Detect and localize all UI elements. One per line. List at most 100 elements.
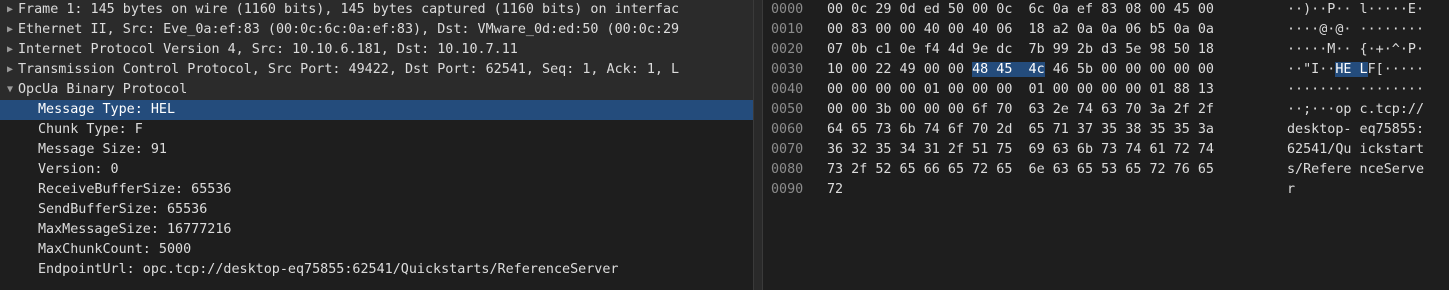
hex-ascii-part: r xyxy=(1287,182,1296,197)
tree-field[interactable]: MaxChunkCount: 5000 xyxy=(0,240,753,260)
hex-ascii-part: s/Refere nceServe xyxy=(1287,162,1425,177)
hex-bytes-part: 10 00 22 49 00 00 xyxy=(827,62,973,77)
hex-offset: 0050 xyxy=(771,102,804,117)
tree-field[interactable]: Message Size: 91 xyxy=(0,140,753,160)
hex-line[interactable]: 0000 00 0c 29 0d ed 50 00 0c 6c 0a ef 83 … xyxy=(763,0,1449,20)
collapsed-arrow-icon[interactable]: ▶ xyxy=(4,60,16,80)
hex-offset: 0010 xyxy=(771,22,804,37)
hex-offset: 0000 xyxy=(771,2,804,17)
hex-ascii-part: ··;···op c.tcp:// xyxy=(1287,102,1425,117)
hex-ascii[interactable]: r xyxy=(1287,180,1295,200)
hex-ascii-part: ········ ········ xyxy=(1287,82,1425,97)
hex-offset: 0080 xyxy=(771,162,804,177)
collapsed-arrow-icon[interactable]: ▶ xyxy=(4,0,16,20)
tree-row[interactable]: ▶ Ethernet II, Src: Eve_0a:ef:83 (00:0c:6… xyxy=(0,20,753,40)
tree-field[interactable]: Version: 0 xyxy=(0,160,753,180)
hex-ascii[interactable]: ····@·@· ········ xyxy=(1287,20,1424,40)
hex-bytes-part: 73 2f 52 65 66 65 72 65 6e 63 65 53 65 7… xyxy=(827,162,1214,177)
hex-ascii[interactable]: s/Refere nceServe xyxy=(1287,160,1424,180)
tree-row-label: Transmission Control Protocol, Src Port:… xyxy=(18,62,680,77)
hex-line[interactable]: 0020 07 0b c1 0e f4 4d 9e dc 7b 99 2b d3 … xyxy=(763,40,1449,60)
tree-field[interactable]: MaxMessageSize: 16777216 xyxy=(0,220,753,240)
hex-bytes-part: 72 xyxy=(827,182,844,197)
hex-bytes-part: 00 00 3b 00 00 00 6f 70 63 2e 74 63 70 3… xyxy=(827,102,1214,117)
hex-ascii[interactable]: ··)··P·· l·····E· xyxy=(1287,0,1424,20)
hex-bytes-part: 00 00 00 00 01 00 00 00 01 00 00 00 00 0… xyxy=(827,82,1214,97)
hex-ascii[interactable]: 62541/Qu ickstart xyxy=(1287,140,1424,160)
hex-ascii-highlight: HE L xyxy=(1335,62,1368,77)
hex-bytes[interactable]: 72 xyxy=(827,180,843,200)
tree-field-label: MaxChunkCount: 5000 xyxy=(38,242,192,257)
tree-field-label: MaxMessageSize: 16777216 xyxy=(38,222,232,237)
tree-field-label: SendBufferSize: 65536 xyxy=(38,202,208,217)
collapsed-arrow-icon[interactable]: ▶ xyxy=(4,40,16,60)
packet-details-pane[interactable]: ▶ Frame 1: 145 bytes on wire (1160 bits),… xyxy=(0,0,753,290)
hex-offset: 0020 xyxy=(771,42,804,57)
tree-field-label: Chunk Type: F xyxy=(38,122,143,137)
hex-bytes[interactable]: 00 00 00 00 01 00 00 00 01 00 00 00 00 0… xyxy=(827,80,1214,100)
hex-line[interactable]: 0070 36 32 35 34 31 2f 51 75 69 63 6b 73 … xyxy=(763,140,1449,160)
hex-ascii-part: ····@·@· ········ xyxy=(1287,22,1425,37)
tree-field[interactable]: Chunk Type: F xyxy=(0,120,753,140)
hex-bytes-part: 00 0c 29 0d ed 50 00 0c 6c 0a ef 83 08 0… xyxy=(827,2,1214,17)
hex-offset: 0070 xyxy=(771,142,804,157)
hex-ascii[interactable]: ········ ········ xyxy=(1287,80,1424,100)
hex-offset: 0060 xyxy=(771,122,804,137)
tree-row[interactable]: ▶ Transmission Control Protocol, Src Port… xyxy=(0,60,753,80)
hex-bytes-part: 46 5b 00 00 00 00 00 xyxy=(1044,62,1214,77)
pane-splitter[interactable] xyxy=(753,0,763,290)
hex-line[interactable]: 0090 72 r xyxy=(763,180,1449,200)
tree-field-label: Message Size: 91 xyxy=(38,142,167,157)
hex-bytes[interactable]: 36 32 35 34 31 2f 51 75 69 63 6b 73 74 6… xyxy=(827,140,1214,160)
tree-field[interactable]: EndpointUrl: opc.tcp://desktop-eq75855:6… xyxy=(0,260,753,280)
expanded-arrow-icon[interactable]: ▼ xyxy=(4,80,16,100)
hex-ascii[interactable]: ·····M·· {·+·^·P· xyxy=(1287,40,1424,60)
tree-field-label: Message Type: HEL xyxy=(38,102,176,117)
hex-bytes[interactable]: 00 0c 29 0d ed 50 00 0c 6c 0a ef 83 08 0… xyxy=(827,0,1214,20)
hex-bytes-highlight: 48 45 4c xyxy=(972,62,1045,77)
hex-bytes-part: 36 32 35 34 31 2f 51 75 69 63 6b 73 74 6… xyxy=(827,142,1214,157)
hex-ascii[interactable]: ··"I··HE LF[····· xyxy=(1287,60,1424,80)
hex-offset: 0040 xyxy=(771,82,804,97)
tree-field-selected[interactable]: Message Type: HEL xyxy=(0,100,753,120)
tree-row[interactable]: ▼ OpcUa Binary Protocol xyxy=(0,80,753,100)
tree-field[interactable]: SendBufferSize: 65536 xyxy=(0,200,753,220)
hex-line[interactable]: 0060 64 65 73 6b 74 6f 70 2d 65 71 37 35 … xyxy=(763,120,1449,140)
hex-bytes-part: 00 83 00 00 40 00 40 06 18 a2 0a 0a 06 b… xyxy=(827,22,1214,37)
hex-ascii[interactable]: desktop- eq75855: xyxy=(1287,120,1424,140)
tree-row[interactable]: ▶ Frame 1: 145 bytes on wire (1160 bits),… xyxy=(0,0,753,20)
tree-row[interactable]: ▶ Internet Protocol Version 4, Src: 10.10… xyxy=(0,40,753,60)
hex-ascii-part: 62541/Qu ickstart xyxy=(1287,142,1425,157)
tree-row-label: Ethernet II, Src: Eve_0a:ef:83 (00:0c:6c… xyxy=(18,22,680,37)
tree-row-label: OpcUa Binary Protocol xyxy=(18,82,188,97)
hex-ascii-part: ·····M·· {·+·^·P· xyxy=(1287,42,1425,57)
hex-bytes-part: 07 0b c1 0e f4 4d 9e dc 7b 99 2b d3 5e 9… xyxy=(827,42,1214,57)
hex-ascii[interactable]: ··;···op c.tcp:// xyxy=(1287,100,1424,120)
collapsed-arrow-icon[interactable]: ▶ xyxy=(4,20,16,40)
hex-bytes[interactable]: 10 00 22 49 00 00 48 45 4c 46 5b 00 00 0… xyxy=(827,60,1214,80)
hex-bytes[interactable]: 07 0b c1 0e f4 4d 9e dc 7b 99 2b d3 5e 9… xyxy=(827,40,1214,60)
hex-ascii-part: F[····· xyxy=(1367,62,1425,77)
hex-bytes[interactable]: 00 00 3b 00 00 00 6f 70 63 2e 74 63 70 3… xyxy=(827,100,1214,120)
hex-bytes[interactable]: 73 2f 52 65 66 65 72 65 6e 63 65 53 65 7… xyxy=(827,160,1214,180)
hex-ascii-part: desktop- eq75855: xyxy=(1287,122,1425,137)
hex-offset: 0030 xyxy=(771,62,804,77)
tree-field[interactable]: ReceiveBufferSize: 65536 xyxy=(0,180,753,200)
hex-line[interactable]: 0050 00 00 3b 00 00 00 6f 70 63 2e 74 63 … xyxy=(763,100,1449,120)
tree-field-label: EndpointUrl: opc.tcp://desktop-eq75855:6… xyxy=(38,262,619,277)
hex-bytes[interactable]: 64 65 73 6b 74 6f 70 2d 65 71 37 35 38 3… xyxy=(827,120,1214,140)
hex-bytes[interactable]: 00 83 00 00 40 00 40 06 18 a2 0a 0a 06 b… xyxy=(827,20,1214,40)
tree-field-label: Version: 0 xyxy=(38,162,119,177)
tree-row-label: Internet Protocol Version 4, Src: 10.10.… xyxy=(18,42,518,57)
hex-line[interactable]: 0080 73 2f 52 65 66 65 72 65 6e 63 65 53 … xyxy=(763,160,1449,180)
packet-bytes-pane[interactable]: 0000 00 0c 29 0d ed 50 00 0c 6c 0a ef 83 … xyxy=(763,0,1449,290)
hex-ascii-part: ··)··P·· l·····E· xyxy=(1287,2,1425,17)
hex-line[interactable]: 0010 00 83 00 00 40 00 40 06 18 a2 0a 0a … xyxy=(763,20,1449,40)
hex-line[interactable]: 0040 00 00 00 00 01 00 00 00 01 00 00 00 … xyxy=(763,80,1449,100)
hex-offset: 0090 xyxy=(771,182,804,197)
hex-line[interactable]: 0030 10 00 22 49 00 00 48 45 4c 46 5b 00 … xyxy=(763,60,1449,80)
hex-ascii-part: ··"I·· xyxy=(1287,62,1336,77)
tree-row-label: Frame 1: 145 bytes on wire (1160 bits), … xyxy=(18,2,680,17)
hex-bytes-part: 64 65 73 6b 74 6f 70 2d 65 71 37 35 38 3… xyxy=(827,122,1214,137)
tree-field-label: ReceiveBufferSize: 65536 xyxy=(38,182,232,197)
